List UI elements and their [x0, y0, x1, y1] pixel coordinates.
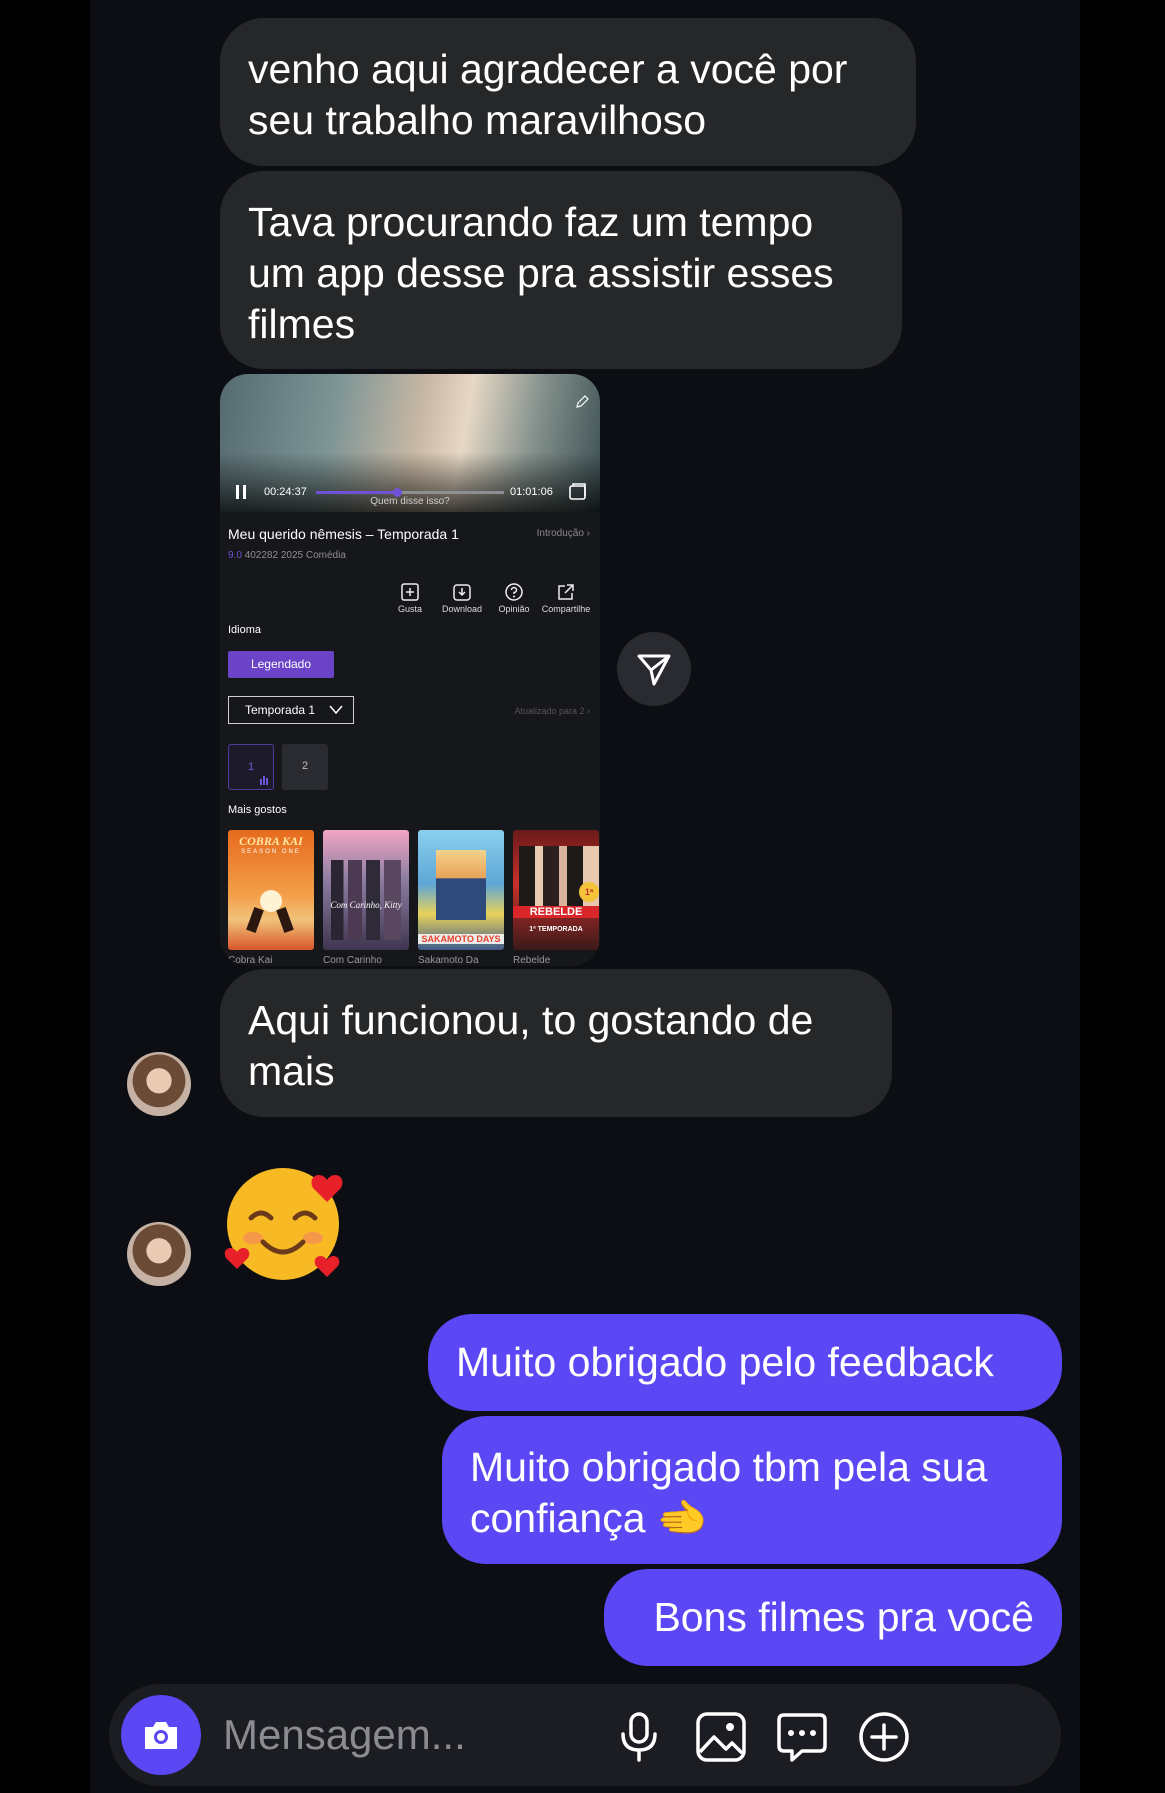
incoming-message[interactable]: Tava procurando faz um tempo um app dess… [220, 171, 902, 369]
message-text: Aqui funcionou, to gostando de mais [248, 997, 814, 1094]
forward-button[interactable] [617, 632, 691, 706]
avatar[interactable] [127, 1052, 191, 1116]
poster-cobra-kai[interactable]: COBRA KAI SEASON ONE [228, 830, 314, 950]
intro-link[interactable]: Introdução › [537, 528, 590, 539]
share-icon [558, 584, 574, 600]
chat-panel: venho aqui agradecer a você por seu trab… [90, 0, 1080, 1793]
avatar[interactable] [127, 1222, 191, 1286]
message-input[interactable] [223, 1708, 553, 1762]
outgoing-message[interactable]: Muito obrigado tbm pela sua confiança 🫲 [442, 1416, 1062, 1564]
smiling-face-with-hearts-icon [224, 1168, 343, 1280]
language-label: Idioma [228, 624, 262, 636]
camera-icon [145, 1722, 177, 1749]
question-icon [505, 583, 523, 601]
message-text: Muito obrigado pelo feedback [456, 1339, 994, 1385]
updated-link[interactable]: Atualizado para 2 › [514, 706, 590, 716]
poster-sakamoto-days[interactable]: SAKAMOTO DAYS [418, 830, 504, 950]
send-icon [637, 654, 671, 686]
poster-title: Cobra Kai [228, 955, 273, 966]
message-text: Muito obrigado tbm pela sua confiança 🫲 [470, 1444, 988, 1541]
emoji-message[interactable] [223, 1160, 353, 1290]
shared-screenshot[interactable]: 00:24:37 01:01:06 Quem disse isso? Meu q… [220, 374, 600, 966]
show-title: Meu querido nêmesis – Temporada 1 [228, 526, 459, 542]
meta-text: 402282 2025 Comédia [244, 550, 346, 561]
pencil-icon [576, 395, 589, 408]
like-button[interactable]: Gusta [382, 582, 438, 614]
share-button[interactable]: Compartilhe [538, 582, 594, 614]
opinion-button[interactable]: Opinião [486, 582, 542, 614]
message-text: Tava procurando faz um tempo um app dess… [248, 199, 834, 347]
sticker-icon[interactable] [775, 1710, 829, 1764]
language-option[interactable]: Legendado [228, 651, 334, 678]
poster-com-carinho[interactable]: Com Carinho, Kitty [323, 830, 409, 950]
plus-circle-icon[interactable] [857, 1710, 911, 1764]
camera-button[interactable] [121, 1695, 201, 1775]
chevron-down-icon [329, 705, 343, 715]
rating: 9.0 [228, 550, 242, 561]
video-player[interactable]: 00:24:37 01:01:06 Quem disse isso? [220, 374, 600, 512]
message-composer [109, 1684, 1061, 1786]
plus-square-icon [401, 583, 419, 601]
incoming-message[interactable]: Aqui funcionou, to gostando de mais [220, 969, 892, 1117]
playing-bars-icon [260, 776, 268, 785]
progress-bar[interactable] [316, 488, 504, 497]
download-icon [453, 584, 471, 601]
poster-rebelde[interactable]: REBELDE 1ª 1ª TEMPORADA [513, 830, 599, 950]
season-select[interactable]: Temporada 1 [228, 696, 354, 724]
outgoing-message[interactable]: Bons filmes pra você [604, 1569, 1062, 1666]
incoming-message[interactable]: venho aqui agradecer a você por seu trab… [220, 18, 916, 166]
microphone-icon[interactable] [612, 1710, 666, 1764]
poster-title: Rebelde [513, 955, 551, 966]
episode-button[interactable]: 1 [228, 744, 274, 790]
episode-button[interactable]: 2 [282, 744, 328, 790]
more-label: Mais gostos [228, 804, 287, 816]
message-text: venho aqui agradecer a você por seu trab… [248, 46, 848, 143]
gallery-icon[interactable] [694, 1710, 748, 1764]
show-meta: 9.0 402282 2025 Comédia [228, 550, 346, 561]
download-button[interactable]: Download [434, 582, 490, 614]
video-subtitle: Quem disse isso? [370, 496, 450, 507]
poster-title: Sakamoto Da [418, 955, 479, 966]
poster-title: Com Carinho [323, 955, 382, 966]
outgoing-message[interactable]: Muito obrigado pelo feedback [428, 1314, 1062, 1411]
message-text: Bons filmes pra você [653, 1594, 1034, 1640]
